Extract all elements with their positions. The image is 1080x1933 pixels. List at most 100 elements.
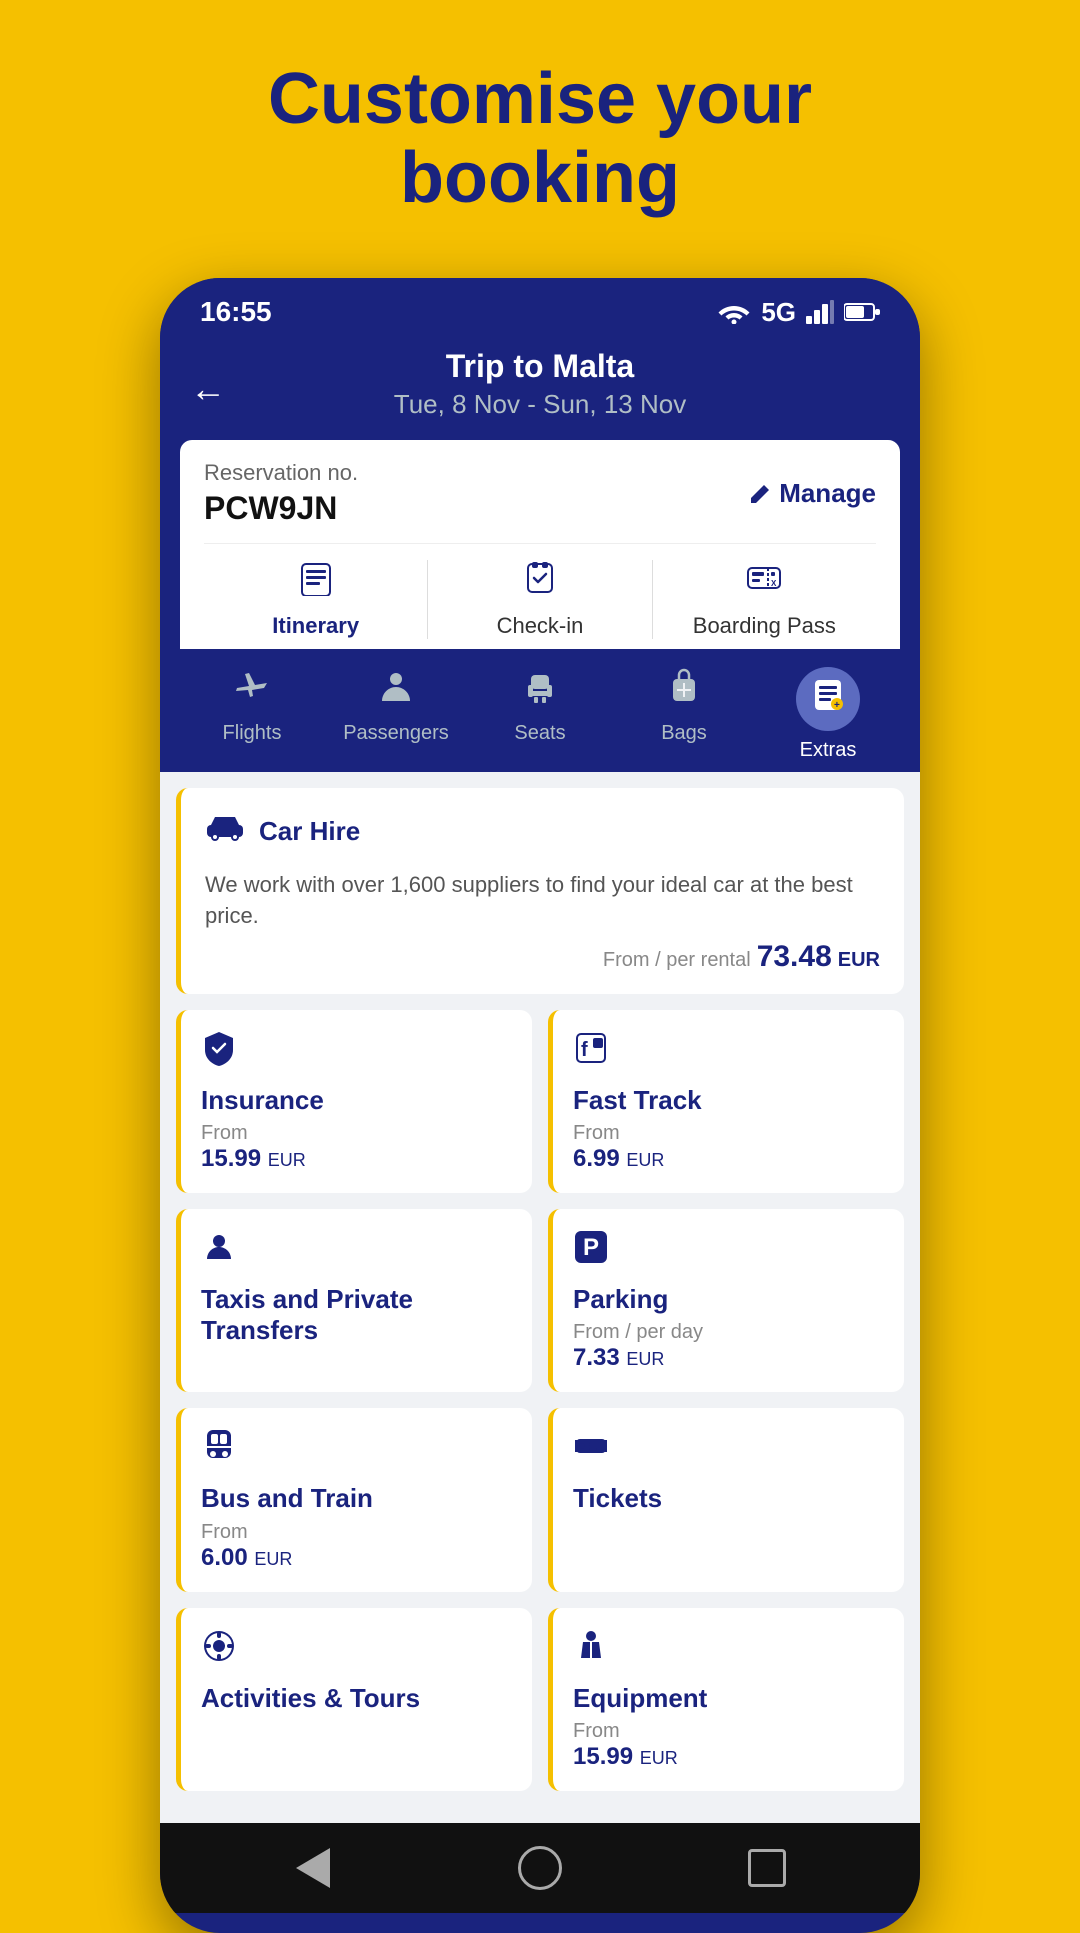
content-area: Car Hire We work with over 1,600 supplie… <box>160 772 920 1822</box>
insurance-icon <box>201 1030 512 1075</box>
recent-button-nav[interactable] <box>742 1843 792 1893</box>
recent-square-icon <box>748 1849 786 1887</box>
checkin-icon <box>522 560 558 605</box>
boarding-pass-icon: X <box>746 560 782 605</box>
wifi-icon <box>717 300 751 324</box>
tab-itinerary-label: Itinerary <box>272 613 359 639</box>
tab-itinerary[interactable]: Itinerary <box>204 560 427 639</box>
svg-text:X: X <box>771 579 777 588</box>
nav-extras-label: Extras <box>800 739 857 762</box>
card-tabs: Itinerary Check-in <box>204 544 876 649</box>
nav-passengers[interactable]: Passengers <box>324 667 468 745</box>
tab-checkin[interactable]: Check-in <box>428 560 651 639</box>
phone-shell: 16:55 5G ← <box>160 278 920 1932</box>
tab-boarding-label: Boarding Pass <box>693 613 836 639</box>
reservation-number: PCW9JN <box>204 490 358 527</box>
equipment-icon <box>573 1628 884 1673</box>
tab-boarding-pass[interactable]: X Boarding Pass <box>653 560 876 639</box>
fast-track-icon: f <box>573 1030 884 1075</box>
trip-title: Trip to Malta <box>180 348 900 385</box>
svg-text:+: + <box>834 700 840 711</box>
parking-icon: P <box>573 1229 884 1274</box>
battery-icon <box>844 302 880 322</box>
fast-track-price: 6.99 EUR <box>573 1145 884 1173</box>
status-icons: 5G <box>717 297 880 328</box>
seats-icon <box>521 667 559 714</box>
home-button-nav[interactable] <box>515 1843 565 1893</box>
service-card-tickets[interactable]: Tickets <box>548 1408 904 1591</box>
status-time: 16:55 <box>200 296 272 328</box>
signal-icon <box>806 300 834 324</box>
nav-seats-label: Seats <box>514 722 565 745</box>
equipment-name: Equipment <box>573 1683 884 1714</box>
phone-bottom-bar <box>160 1823 920 1913</box>
bus-train-price: 6.00 EUR <box>201 1544 512 1572</box>
svg-text:P: P <box>583 1234 599 1261</box>
extras-icon: + <box>811 678 845 720</box>
reservation-label: Reservation no. <box>204 460 358 486</box>
car-hire-icon <box>205 808 245 850</box>
parking-from: From / per day <box>573 1321 884 1344</box>
passengers-icon <box>377 667 415 714</box>
parking-price: 7.33 EUR <box>573 1344 884 1372</box>
nav-flights[interactable]: Flights <box>180 667 324 745</box>
reservation-info: Reservation no. PCW9JN <box>204 460 358 527</box>
nav-extras[interactable]: + Extras <box>756 667 900 762</box>
service-row-insurance-fasttrack: Insurance From 15.99 EUR f Fast Track Fr… <box>176 1010 904 1193</box>
network-indicator: 5G <box>761 297 796 328</box>
service-card-fast-track[interactable]: f Fast Track From 6.99 EUR <box>548 1010 904 1193</box>
car-hire-name: Car Hire <box>259 816 360 847</box>
flights-icon <box>233 667 271 714</box>
app-header: ← Trip to Malta Tue, 8 Nov - Sun, 13 Nov <box>160 338 920 440</box>
trip-dates: Tue, 8 Nov - Sun, 13 Nov <box>180 389 900 420</box>
service-card-activities[interactable]: Activities & Tours <box>176 1608 532 1791</box>
car-hire-currency: EUR <box>838 949 880 972</box>
activities-name: Activities & Tours <box>201 1683 512 1714</box>
svg-text:f: f <box>581 1039 588 1061</box>
back-button[interactable]: ← <box>190 368 226 410</box>
fast-track-name: Fast Track <box>573 1085 884 1116</box>
pencil-icon <box>749 483 771 505</box>
bus-train-icon <box>201 1428 512 1473</box>
activities-icon <box>201 1628 512 1673</box>
back-button-nav[interactable] <box>288 1843 338 1893</box>
bottom-nav: Flights Passengers <box>160 649 920 772</box>
insurance-from: From <box>201 1122 512 1145</box>
service-row-taxis-parking: Taxis and Private Transfers P Parking Fr… <box>176 1209 904 1392</box>
nav-seats[interactable]: Seats <box>468 667 612 745</box>
service-row-bus-tickets: Bus and Train From 6.00 EUR <box>176 1408 904 1591</box>
home-circle-icon <box>518 1846 562 1890</box>
taxis-name: Taxis and Private Transfers <box>201 1284 512 1346</box>
car-hire-from: From / per rental <box>603 949 751 972</box>
bus-train-from: From <box>201 1521 512 1544</box>
page-headline: Customise your booking <box>188 60 892 218</box>
equipment-price: 15.99 EUR <box>573 1743 884 1771</box>
manage-button[interactable]: Manage <box>749 478 876 509</box>
taxis-icon <box>201 1229 512 1274</box>
fast-track-from: From <box>573 1122 884 1145</box>
car-hire-price: 73.48 <box>757 940 832 974</box>
service-card-parking[interactable]: P Parking From / per day 7.33 EUR <box>548 1209 904 1392</box>
nav-flights-label: Flights <box>223 722 282 745</box>
service-card-car-hire[interactable]: Car Hire We work with over 1,600 supplie… <box>176 788 904 994</box>
service-card-bus-train[interactable]: Bus and Train From 6.00 EUR <box>176 1408 532 1591</box>
bags-icon <box>665 667 703 714</box>
service-card-taxis[interactable]: Taxis and Private Transfers <box>176 1209 532 1392</box>
car-hire-price-line: From / per rental 73.48 EUR <box>205 940 880 974</box>
itinerary-icon <box>298 560 334 605</box>
service-row-activities-equipment: Activities & Tours Equipment From 15.99 … <box>176 1608 904 1791</box>
nav-bags-label: Bags <box>661 722 707 745</box>
reservation-card: Reservation no. PCW9JN Manage <box>180 440 900 649</box>
parking-name: Parking <box>573 1284 884 1315</box>
tickets-name: Tickets <box>573 1483 884 1514</box>
nav-passengers-label: Passengers <box>343 722 449 745</box>
service-card-insurance[interactable]: Insurance From 15.99 EUR <box>176 1010 532 1193</box>
reservation-row: Reservation no. PCW9JN Manage <box>204 460 876 544</box>
equipment-from: From <box>573 1720 884 1743</box>
bus-train-name: Bus and Train <box>201 1483 512 1514</box>
nav-bags[interactable]: Bags <box>612 667 756 745</box>
car-hire-desc: We work with over 1,600 suppliers to fin… <box>205 870 880 932</box>
back-triangle-icon <box>296 1848 330 1888</box>
service-card-equipment[interactable]: Equipment From 15.99 EUR <box>548 1608 904 1791</box>
headline-line1: Customise your <box>268 59 812 139</box>
